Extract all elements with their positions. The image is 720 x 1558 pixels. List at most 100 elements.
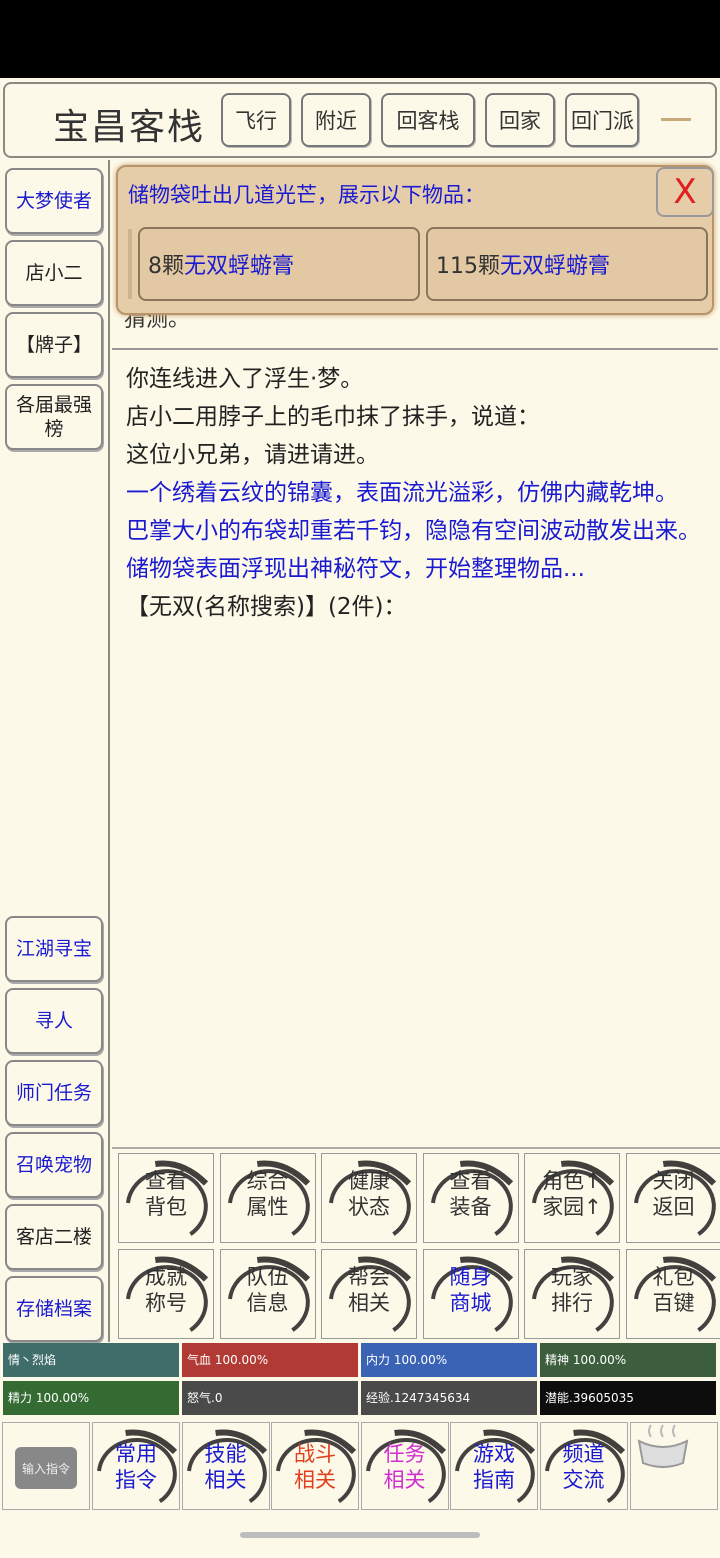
stat-bar: 气血 100.00% [182, 1343, 358, 1377]
nav-label-line: 相关 [383, 1468, 426, 1492]
nav-label-line: 相关 [204, 1468, 247, 1492]
item-slot[interactable]: 115颗 无双蜉蝣膏 [426, 227, 708, 301]
location-title: 宝昌客栈 [53, 107, 206, 148]
action-label-line: 队伍 [246, 1265, 289, 1289]
nav-button[interactable]: 任务 相关 [360, 1422, 449, 1510]
npc-waiter[interactable]: 店小二 [5, 240, 103, 306]
npc-ranking-board[interactable]: 各届最强榜 [5, 384, 103, 450]
action-label-line: 属性 [246, 1195, 289, 1219]
action-button[interactable]: 健康 状态 [321, 1153, 417, 1243]
nav-label-line: 游戏 [473, 1442, 515, 1466]
popup-title: 储物袋吐出几道光芒，展示以下物品： [128, 183, 485, 207]
action-label: 成就 称号 [119, 1264, 213, 1316]
fly-button[interactable]: 飞行 [221, 93, 291, 147]
nav-label-line: 技能 [204, 1442, 247, 1466]
nav-label-line: 相关 [294, 1468, 336, 1492]
inn-upstairs-button[interactable]: 客店二楼 [5, 1204, 103, 1270]
action-label: 队伍 信息 [221, 1264, 315, 1316]
action-label: 健康 状态 [322, 1168, 416, 1220]
npc-sign[interactable]: 【牌子】 [5, 312, 103, 378]
action-button[interactable]: 综合 属性 [219, 1153, 316, 1243]
stat-bar: 潜能.39605035 [540, 1381, 716, 1415]
action-label-line: 随身 [449, 1265, 492, 1289]
scroll-indicator [128, 229, 132, 299]
action-button[interactable]: 成就 称号 [118, 1249, 214, 1339]
nav-label: 任务 相关 [362, 1441, 448, 1493]
stat-bar: 经验.1247345634 [361, 1381, 537, 1415]
stat-bar: 怒气.0 [182, 1381, 358, 1415]
action-label-line: 装备 [449, 1195, 492, 1219]
action-button[interactable]: 角色↑ 家园↑ [524, 1153, 620, 1243]
nav-button[interactable]: 战斗 相关 [271, 1422, 359, 1510]
action-label: 帮会 相关 [322, 1264, 416, 1316]
input-command-button[interactable]: 输入指令 [2, 1422, 90, 1510]
action-label-line: 状态 [348, 1195, 390, 1219]
action-button[interactable]: 查看 装备 [422, 1153, 519, 1243]
close-button[interactable]: X [656, 167, 714, 217]
action-label-line: 背包 [145, 1195, 187, 1219]
status-bars: 情丶烈焰 气血 100.00% 内力 100.00% 精神 100.00% 精力 100… [3, 1343, 717, 1419]
bottom-nav: 输入指令 常用 指令 技能 相关 战斗 相关 任务 相关 游戏 指南 频道 交流 [0, 1420, 720, 1512]
nav-label: 游戏 指南 [451, 1441, 537, 1493]
save-archive-button[interactable]: 存储档案 [5, 1276, 103, 1342]
action-label: 综合 属性 [221, 1168, 315, 1220]
action-label-line: 礼包 [652, 1265, 695, 1289]
action-label-line: 角色↑ [542, 1169, 602, 1193]
nav-button[interactable]: 技能 相关 [181, 1422, 270, 1510]
action-label: 查看 背包 [119, 1168, 213, 1220]
action-button[interactable]: 查看 背包 [118, 1153, 214, 1243]
nav-button[interactable]: 游戏 指南 [450, 1422, 538, 1510]
nav-label: 频道 交流 [541, 1441, 627, 1493]
item-qty: 8颗 [148, 254, 184, 279]
nav-label-line: 指南 [473, 1468, 515, 1492]
action-label: 角色↑ 家园↑ [525, 1168, 619, 1220]
action-label-line: 查看 [145, 1169, 187, 1193]
action-button[interactable]: 队伍 信息 [219, 1249, 316, 1339]
action-button[interactable]: 随身 商城 [422, 1249, 519, 1339]
action-label-line: 称号 [145, 1291, 187, 1315]
action-label-line: 家园↑ [542, 1195, 602, 1219]
nav-button[interactable]: 频道 交流 [539, 1422, 628, 1510]
partial-log-line: 猜测。 [124, 313, 191, 332]
chat-cup-button[interactable] [630, 1422, 718, 1510]
sect-quest-button[interactable]: 师门任务 [5, 1060, 103, 1126]
summon-pet-button[interactable]: 召唤宠物 [5, 1132, 103, 1198]
log-line: 你连线进入了浮生·梦。 [126, 366, 364, 392]
collapse-icon[interactable] [661, 118, 691, 121]
divider [112, 348, 718, 350]
action-button[interactable]: 关闭 返回 [625, 1153, 720, 1243]
item-slot[interactable]: 8颗 无双蜉蝣膏 [138, 227, 420, 301]
nav-label-line: 战斗 [294, 1442, 336, 1466]
action-button[interactable]: 礼包 百键 [625, 1249, 720, 1339]
action-grid: 查看 背包 综合 属性 健康 状态 查看 装备 角色↑ 家园↑ 关闭 返回 成就 称号 队伍 信息 帮会 相关 随身… [112, 1147, 720, 1343]
nearby-button[interactable]: 附近 [301, 93, 371, 147]
action-label-line: 商城 [449, 1291, 492, 1315]
action-label: 玩家 排行 [525, 1264, 619, 1316]
action-label: 随身 商城 [424, 1264, 518, 1316]
find-person-button[interactable]: 寻人 [5, 988, 103, 1054]
nav-label-line: 交流 [562, 1468, 605, 1492]
action-label: 查看 装备 [424, 1168, 518, 1220]
status-bar [0, 0, 720, 78]
log-line: 【无双(名称搜索)】(2件)： [126, 594, 407, 620]
action-label-line: 综合 [246, 1169, 289, 1193]
log-line: 储物袋表面浮现出神秘符文，开始整理物品... [126, 556, 585, 582]
item-name: 无双蜉蝣膏 [184, 254, 295, 279]
nav-button[interactable]: 常用 指令 [92, 1422, 180, 1510]
nav-label-line: 任务 [383, 1442, 426, 1466]
action-button[interactable]: 帮会 相关 [321, 1249, 417, 1339]
npc-dream-envoy[interactable]: 大梦使者 [5, 168, 103, 234]
storage-bag-popup: 储物袋吐出几道光芒，展示以下物品： X 8颗 无双蜉蝣膏 115颗 无双蜉蝣膏 [116, 165, 714, 315]
item-name: 无双蜉蝣膏 [500, 254, 611, 279]
action-label-line: 成就 [145, 1265, 187, 1289]
stat-bar: 情丶烈焰 [3, 1343, 179, 1377]
home-indicator [240, 1532, 480, 1538]
action-label-line: 查看 [449, 1169, 492, 1193]
return-home-button[interactable]: 回家 [485, 93, 555, 147]
return-sect-button[interactable]: 回门派 [565, 93, 639, 147]
action-button[interactable]: 玩家 排行 [524, 1249, 620, 1339]
return-inn-button[interactable]: 回客栈 [381, 93, 475, 147]
item-qty: 115颗 [436, 254, 500, 279]
log-line: 一个绣着云纹的锦囊，表面流光溢彩，仿佛内藏乾坤。 [126, 480, 678, 506]
treasure-hunt-button[interactable]: 江湖寻宝 [5, 916, 103, 982]
